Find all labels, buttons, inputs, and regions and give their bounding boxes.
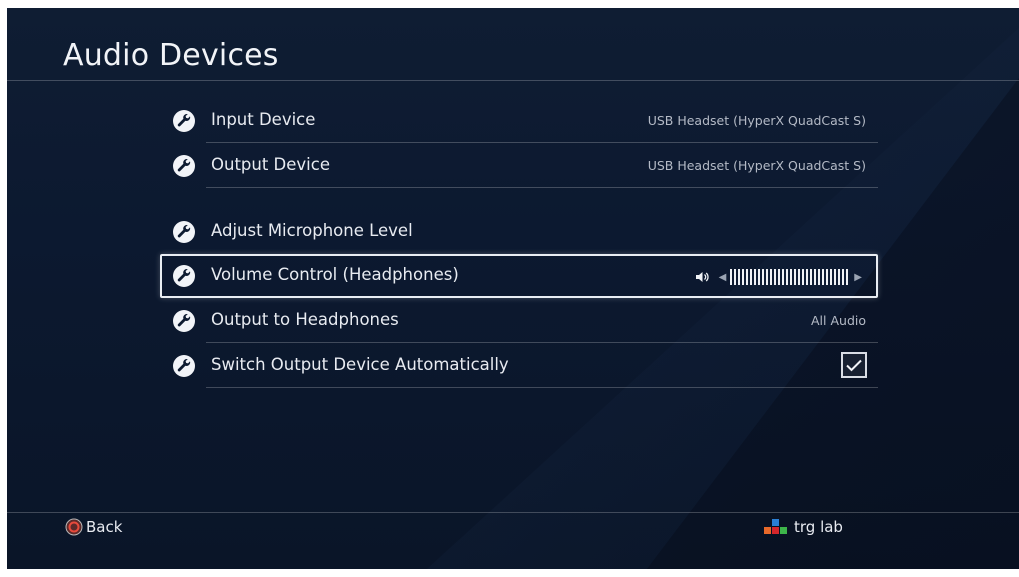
volume-bar — [798, 269, 801, 285]
volume-bar — [814, 269, 817, 285]
volume-bar — [794, 269, 797, 285]
row-divider — [206, 187, 878, 188]
row-divider — [206, 342, 878, 343]
volume-bar — [782, 269, 785, 285]
setting-volume-control-headphones[interactable]: Volume Control (Headphones) ◀ ▶ — [160, 254, 878, 298]
volume-bar — [734, 269, 737, 285]
volume-bar — [790, 269, 793, 285]
volume-bar — [766, 269, 769, 285]
circle-button-icon — [65, 518, 83, 536]
volume-bar — [830, 269, 833, 285]
volume-bar — [810, 269, 813, 285]
volume-increase-arrow[interactable]: ▶ — [854, 272, 862, 283]
volume-bar — [806, 269, 809, 285]
volume-bar — [730, 269, 733, 285]
wrench-icon — [173, 355, 195, 377]
volume-bar — [774, 269, 777, 285]
volume-bar — [802, 269, 805, 285]
setting-label: Input Device — [211, 110, 316, 129]
setting-value: USB Headset (HyperX QuadCast S) — [647, 113, 866, 128]
volume-bar — [762, 269, 765, 285]
row-divider — [206, 387, 878, 388]
auto-switch-checkbox[interactable] — [841, 352, 867, 378]
volume-bar — [822, 269, 825, 285]
back-button[interactable]: Back — [65, 517, 122, 537]
speaker-icon — [695, 272, 709, 282]
volume-decrease-arrow[interactable]: ◀ — [719, 272, 727, 283]
volume-bar — [786, 269, 789, 285]
volume-bar — [746, 269, 749, 285]
volume-level-bars — [730, 269, 850, 285]
setting-adjust-microphone-level[interactable]: Adjust Microphone Level — [160, 210, 878, 254]
title-divider — [7, 80, 1019, 81]
setting-input-device[interactable]: Input Device USB Headset (HyperX QuadCas… — [160, 99, 878, 143]
brand-label: trg lab — [794, 518, 843, 536]
setting-switch-output-device-automatically[interactable]: Switch Output Device Automatically — [160, 344, 878, 388]
volume-bar — [750, 269, 753, 285]
volume-slider[interactable]: ◀ ▶ — [695, 268, 866, 286]
row-divider — [206, 142, 878, 143]
wrench-icon — [173, 221, 195, 243]
volume-bar — [770, 269, 773, 285]
setting-label: Output to Headphones — [211, 310, 399, 329]
volume-bar — [742, 269, 745, 285]
volume-bar — [758, 269, 761, 285]
footer-divider — [7, 512, 1019, 513]
wrench-icon — [173, 110, 195, 132]
setting-label: Adjust Microphone Level — [211, 221, 413, 240]
wrench-icon — [173, 265, 195, 287]
setting-label: Volume Control (Headphones) — [211, 265, 459, 284]
checkmark-icon — [846, 359, 862, 372]
ps4-settings-screen: Audio Devices Input Device USB Headset (… — [7, 8, 1019, 569]
volume-bar — [826, 269, 829, 285]
setting-output-device[interactable]: Output Device USB Headset (HyperX QuadCa… — [160, 144, 878, 188]
volume-bar — [846, 269, 849, 285]
brand-watermark: trg lab — [764, 517, 843, 537]
volume-bar — [754, 269, 757, 285]
volume-bar — [818, 269, 821, 285]
setting-value: USB Headset (HyperX QuadCast S) — [647, 158, 866, 173]
setting-label: Output Device — [211, 155, 330, 174]
trg-lab-logo-icon — [764, 519, 787, 534]
volume-bar — [842, 269, 845, 285]
volume-bar — [778, 269, 781, 285]
setting-label: Switch Output Device Automatically — [211, 355, 509, 374]
volume-bar — [838, 269, 841, 285]
volume-bar — [738, 269, 741, 285]
page-title: Audio Devices — [63, 38, 279, 73]
wrench-icon — [173, 155, 195, 177]
setting-output-to-headphones[interactable]: Output to Headphones All Audio — [160, 299, 878, 343]
setting-value: All Audio — [811, 313, 866, 328]
volume-bar — [834, 269, 837, 285]
back-label: Back — [86, 518, 123, 536]
wrench-icon — [173, 310, 195, 332]
